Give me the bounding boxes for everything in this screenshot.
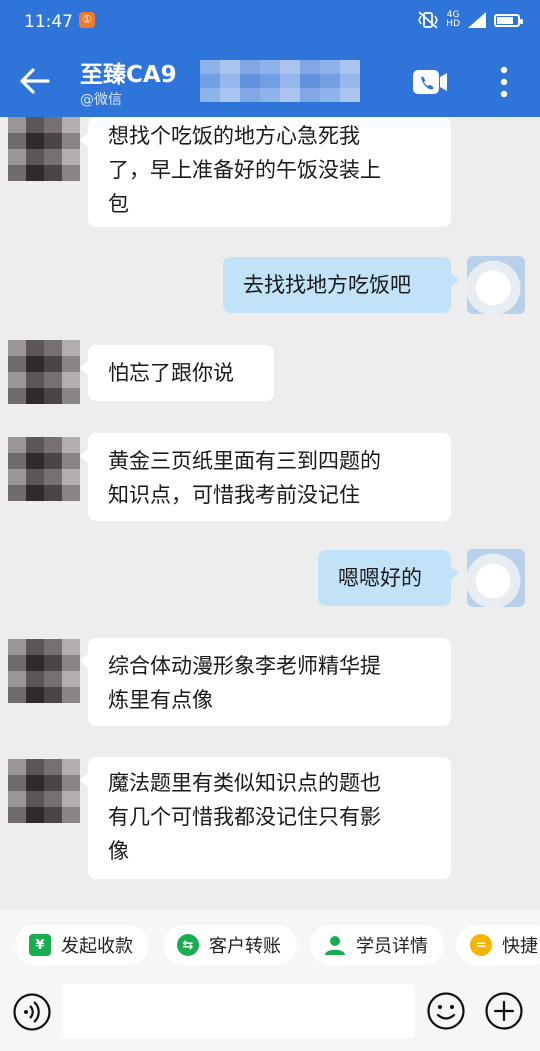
chat-messages[interactable]: 想找个吃饭的地方心急死我 了，早上准备好的午饭没装上 包 去找找地方吃饭吧 怕忘… [0, 117, 540, 910]
network-indicator: 4G HD [446, 10, 460, 29]
status-icons: 4G HD [418, 10, 523, 29]
chat-title[interactable]: 至臻CA9 [80, 55, 177, 89]
message-bubble-incoming[interactable]: 综合体动漫形象李老师精华提 炼里有点像 [80, 638, 451, 726]
message-bubble-incoming[interactable]: 黄金三页纸里面有三到四题的 知识点，可惜我考前没记住 [80, 433, 451, 521]
signal-icon [468, 12, 486, 28]
more-vertical-icon[interactable] [498, 65, 510, 99]
input-bar [0, 980, 540, 1051]
quick-action-shortcuts[interactable]: = 快捷 [456, 925, 540, 965]
message-input[interactable] [63, 984, 415, 1038]
redacted-name [200, 60, 360, 102]
message-bubble-incoming[interactable]: 想找个吃饭的地方心急死我 了，早上准备好的午饭没装上 包 [80, 117, 451, 227]
voice-input-icon[interactable] [12, 992, 52, 1032]
video-call-icon[interactable] [412, 69, 448, 95]
quick-actions-bar: ¥ 发起收款 ⇆ 客户转账 学员详情 = 快捷 [0, 910, 540, 980]
battery-icon [494, 13, 523, 27]
status-time: 11:47 [24, 12, 73, 32]
quick-action-collect-payment[interactable]: ¥ 发起收款 [15, 925, 149, 965]
transfer-icon: ⇆ [177, 934, 199, 956]
quick-action-student-details[interactable]: 学员详情 [310, 925, 444, 965]
contact-avatar[interactable] [8, 437, 80, 501]
message-bubble-outgoing[interactable]: 嗯嗯好的 [318, 550, 459, 606]
menu-icon: = [470, 934, 492, 956]
my-avatar[interactable] [467, 256, 525, 314]
message-bubble-incoming[interactable]: 怕忘了跟你说 [80, 345, 274, 401]
my-avatar[interactable] [467, 549, 525, 607]
contact-avatar[interactable] [8, 340, 80, 404]
contact-avatar[interactable] [8, 639, 80, 703]
quick-action-customer-transfer[interactable]: ⇆ 客户转账 [163, 925, 297, 965]
status-bar: 11:47 ① 4G HD [0, 0, 540, 45]
notification-badge: ① [79, 12, 95, 28]
message-bubble-incoming[interactable]: 魔法题里有类似知识点的题也 有几个可惜我都没记住只有影 像 [80, 757, 451, 879]
add-more-icon[interactable] [484, 991, 524, 1031]
arrow-left-icon[interactable] [18, 64, 52, 98]
chat-header: 至臻CA9 @微信 [0, 45, 540, 117]
vibrate-icon [418, 11, 439, 29]
user-icon [325, 936, 345, 955]
contact-avatar[interactable] [8, 759, 80, 823]
emoji-icon[interactable] [426, 991, 466, 1031]
chat-subtitle: @微信 [80, 92, 122, 108]
contact-avatar[interactable] [8, 117, 80, 181]
message-bubble-outgoing[interactable]: 去找找地方吃饭吧 [223, 257, 459, 313]
yuan-icon: ¥ [29, 934, 51, 956]
